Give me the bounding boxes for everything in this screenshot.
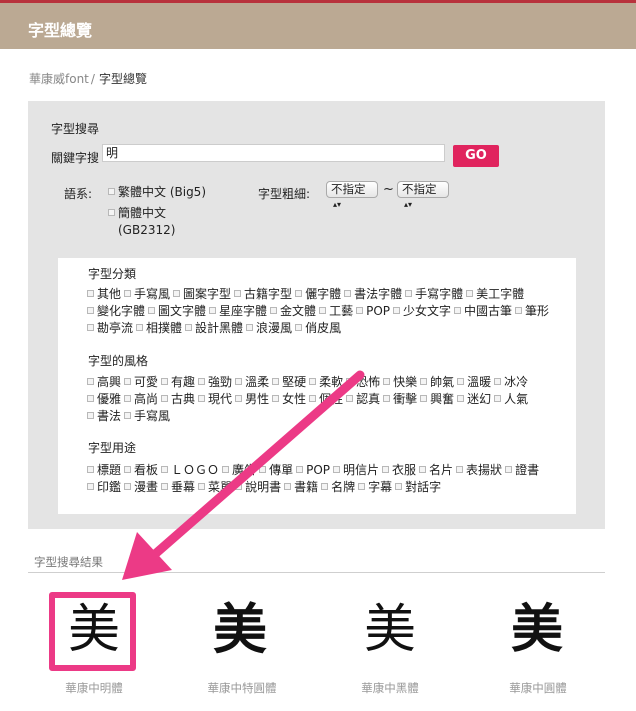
annotation-arrow [122, 370, 365, 580]
